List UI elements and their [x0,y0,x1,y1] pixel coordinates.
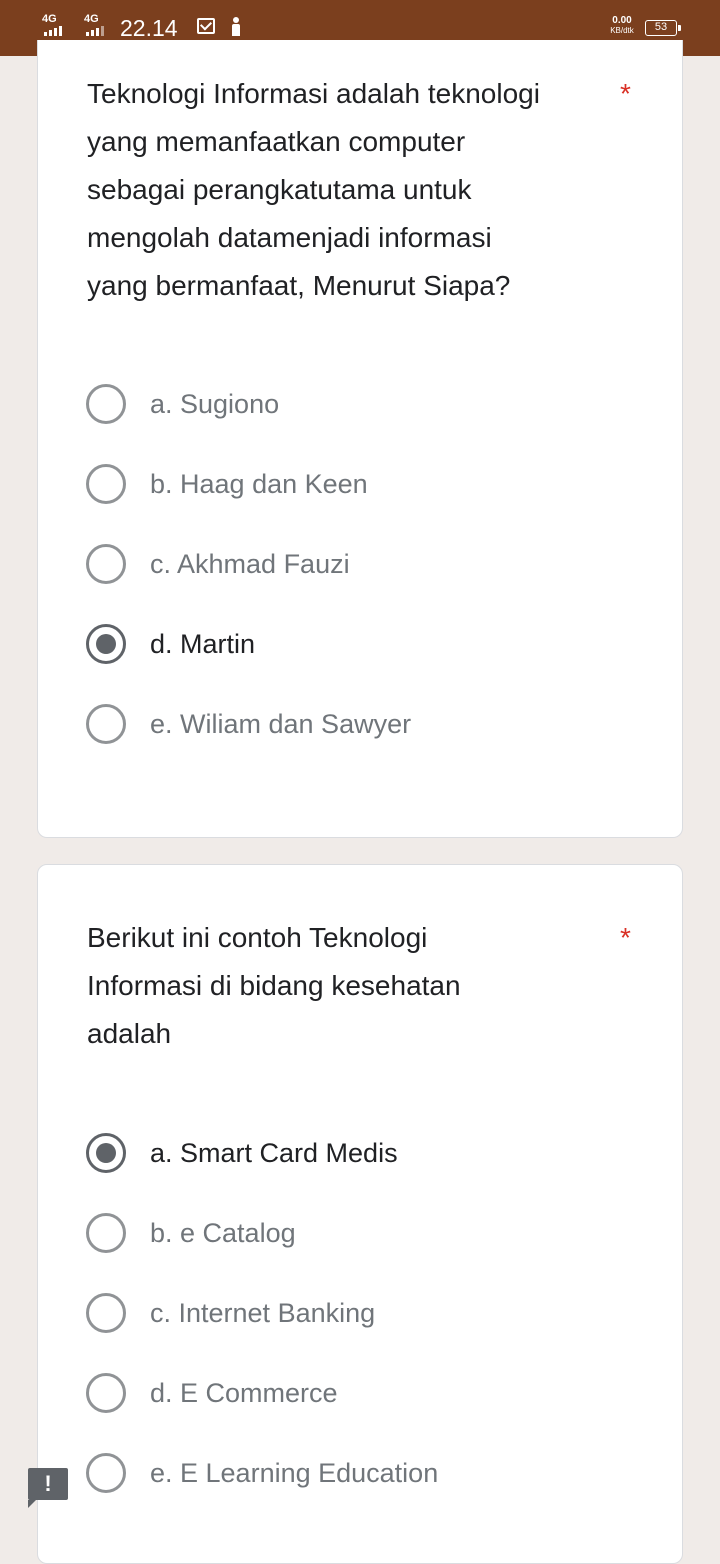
radio-icon[interactable] [86,704,126,744]
network-type-label: 4G [84,13,99,25]
speed-value: 0.00 [612,15,632,26]
clock: 22.14 [120,15,178,41]
warning-badge-icon[interactable]: ! [28,1468,68,1508]
option-akhmad-fauzi[interactable]: c. Akhmad Fauzi [86,544,646,584]
option-label: c. Internet Banking [150,1297,376,1328]
required-mark: * [620,78,631,109]
option-label: a. Sugiono [150,388,280,419]
radio-icon[interactable] [86,464,126,504]
option-sugiono[interactable]: a. Sugiono [86,384,646,424]
person-icon [231,17,241,37]
speed-unit: KB/dtk [610,26,634,35]
radio-selected-icon[interactable] [86,624,126,664]
question-card-1: Teknologi Informasi adalah teknologi yan… [37,40,683,838]
radio-selected-icon[interactable] [86,1133,126,1173]
option-label: b. Haag dan Keen [150,468,368,499]
option-label: b. e Catalog [150,1217,296,1248]
radio-icon[interactable] [86,384,126,424]
battery-icon: 53 [645,20,681,36]
option-haag-dan-keen[interactable]: b. Haag dan Keen [86,464,646,504]
option-smart-card-medis[interactable]: a. Smart Card Medis [86,1133,646,1173]
option-internet-banking[interactable]: c. Internet Banking [86,1293,646,1333]
option-label: e. E Learning Education [150,1457,439,1488]
option-martin[interactable]: d. Martin [86,624,646,664]
radio-icon[interactable] [86,1213,126,1253]
option-label: d. Martin [150,628,256,659]
question-title: Teknologi Informasi adalah teknologi yan… [87,78,540,301]
option-label: d. E Commerce [150,1377,338,1408]
question-title: Berikut ini contoh Teknologi Informasi d… [87,922,461,1049]
option-wiliam-dan-sawyer[interactable]: e. Wiliam dan Sawyer [86,704,646,744]
option-e-learning-education[interactable]: e. E Learning Education [86,1453,646,1493]
signal-icon: 4G [40,14,76,40]
mail-icon [197,18,215,34]
question-card-2: Berikut ini contoh Teknologi Informasi d… [37,864,683,1564]
option-e-catalog[interactable]: b. e Catalog [86,1213,646,1253]
option-label: a. Smart Card Medis [150,1137,398,1168]
radio-icon[interactable] [86,544,126,584]
battery-level: 53 [654,21,668,33]
option-e-commerce[interactable]: d. E Commerce [86,1373,646,1413]
network-type-label: 4G [42,13,57,25]
option-label: e. Wiliam dan Sawyer [150,708,412,739]
radio-icon[interactable] [86,1293,126,1333]
network-speed: 0.00 KB/dtk [604,16,640,36]
option-label: c. Akhmad Fauzi [150,548,350,579]
required-mark: * [620,922,631,953]
signal-icon: 4G [82,14,116,40]
radio-icon[interactable] [86,1453,126,1493]
radio-icon[interactable] [86,1373,126,1413]
